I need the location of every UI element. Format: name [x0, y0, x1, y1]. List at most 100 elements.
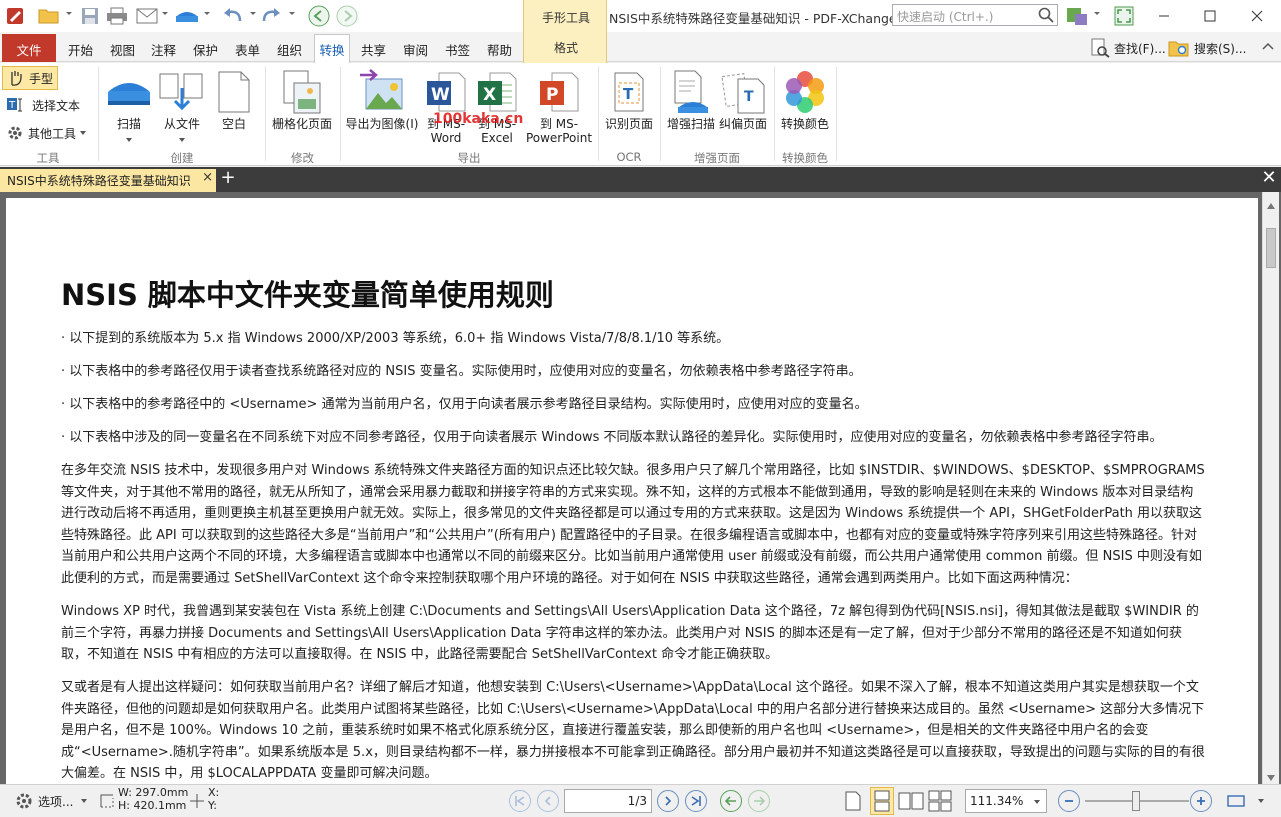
- zoom-slider-thumb[interactable]: [1132, 791, 1140, 811]
- blank-page-button[interactable]: 空白: [211, 67, 257, 131]
- continuous-view-icon[interactable]: [870, 787, 894, 815]
- from-file-icon: [159, 73, 203, 111]
- svg-text:T: T: [623, 85, 634, 103]
- menu-help[interactable]: 帮助: [487, 40, 512, 59]
- menu-file[interactable]: 文件: [2, 34, 56, 62]
- enhance-scan-button[interactable]: 增强扫描: [664, 67, 718, 131]
- search-icon[interactable]: [1038, 7, 1054, 26]
- new-tab-button[interactable]: +: [219, 169, 237, 189]
- deskew-page-button[interactable]: T 纠偏页面: [718, 67, 768, 131]
- scanner-icon: [108, 83, 150, 105]
- close-tab-icon[interactable]: ×: [202, 170, 213, 185]
- document-tab[interactable]: NSIS中系统特殊路径变量基础知识 ×: [0, 169, 216, 192]
- vertical-scrollbar[interactable]: [1262, 192, 1279, 784]
- menu-form[interactable]: 表单: [235, 40, 260, 59]
- chevron-down-icon: [80, 131, 87, 135]
- scroll-down-icon[interactable]: [1267, 770, 1275, 784]
- single-page-view-icon[interactable]: [844, 785, 862, 817]
- open-folder-icon[interactable]: [36, 4, 62, 28]
- email-icon[interactable]: [134, 4, 160, 28]
- menu-home[interactable]: 开始: [68, 40, 93, 59]
- chevron-down-icon[interactable]: [66, 12, 72, 15]
- fit-page-icon[interactable]: [1226, 785, 1246, 817]
- convert-color-button[interactable]: 转换颜色: [778, 67, 832, 131]
- redo-icon[interactable]: [258, 4, 284, 28]
- chevron-down-icon[interactable]: [204, 12, 210, 15]
- quick-launch-input[interactable]: 快速启动 (Ctrl+.): [892, 4, 1058, 26]
- context-tab-group-label: 手形工具: [541, 11, 590, 25]
- close-window-button[interactable]: [1234, 0, 1280, 32]
- previous-page-button[interactable]: [537, 790, 559, 812]
- menu-format[interactable]: 格式: [524, 39, 608, 56]
- export-image-button[interactable]: 导出为图像(I): [344, 67, 420, 131]
- to-ms-word-button[interactable]: W 到 MS- Word: [422, 67, 470, 145]
- menu-protect[interactable]: 保护: [193, 40, 218, 59]
- scroll-up-icon[interactable]: [1267, 198, 1275, 212]
- next-view-button[interactable]: [748, 790, 770, 812]
- select-text-label: 选择文本: [32, 98, 81, 113]
- recognize-page-button[interactable]: T 识别页面: [602, 67, 656, 131]
- hand-tool-button[interactable]: 手型: [2, 66, 58, 90]
- word-icon: W: [427, 72, 466, 112]
- zoom-out-button[interactable]: [1058, 790, 1080, 812]
- print-icon[interactable]: [104, 4, 130, 28]
- scan-button[interactable]: 扫描: [103, 67, 155, 145]
- scrollbar-thumb[interactable]: [1266, 228, 1276, 268]
- scanner-icon[interactable]: [172, 4, 202, 28]
- previous-view-button[interactable]: [720, 790, 742, 812]
- from-file-button[interactable]: 从文件: [157, 67, 207, 145]
- fullscreen-icon[interactable]: [1112, 4, 1136, 28]
- hand-icon: [11, 71, 22, 86]
- menu-share[interactable]: 共享: [361, 40, 386, 59]
- menu-organize[interactable]: 组织: [277, 40, 302, 59]
- menu-review[interactable]: 审阅: [403, 40, 428, 59]
- watermark-text: 100kaka.cn: [433, 111, 524, 127]
- zoom-in-button[interactable]: [1190, 790, 1212, 812]
- status-bar-menu-icon[interactable]: [1258, 785, 1264, 817]
- enhance-scan-label: 增强扫描: [666, 117, 715, 131]
- find-button[interactable]: 查找(F)...: [1090, 38, 1166, 58]
- to-ms-excel-button[interactable]: X 到 MS- Excel: [472, 67, 522, 145]
- chevron-down-icon[interactable]: [289, 12, 295, 15]
- document-viewport[interactable]: NSIS 脚本中文件夹变量简单使用规则 · 以下提到的系统版本为 5.x 指 W…: [0, 192, 1281, 788]
- first-page-button[interactable]: [509, 790, 531, 812]
- ribbon: 手型 T 选择文本 其他工具 工具 扫描 从文件 空白 创建 栅格化页面 修改 …: [0, 63, 1281, 166]
- last-page-button[interactable]: [685, 790, 707, 812]
- forward-icon[interactable]: [334, 4, 360, 28]
- group-divider: [340, 67, 341, 161]
- to-ms-powerpoint-button[interactable]: P 到 MS- PowerPoint: [524, 67, 594, 145]
- menu-comment[interactable]: 注释: [151, 40, 176, 59]
- next-page-button[interactable]: [657, 790, 679, 812]
- body-paragraph: Windows XP 时代，我曾遇到某安装包在 Vista 系统上创建 C:\D…: [61, 604, 1199, 662]
- enhance-scan-icon: [674, 70, 708, 113]
- select-text-button[interactable]: T 选择文本: [2, 93, 84, 117]
- continuous-facing-view-icon[interactable]: [928, 785, 952, 817]
- chevron-down-icon[interactable]: [250, 12, 256, 15]
- zoom-level-select[interactable]: 111.34%: [965, 789, 1047, 813]
- layout-options-icon[interactable]: [1064, 4, 1090, 28]
- svg-text:W: W: [431, 85, 450, 105]
- other-tools-button[interactable]: 其他工具: [2, 121, 90, 145]
- rasterize-page-button[interactable]: 栅格化页面: [268, 67, 336, 131]
- chevron-down-icon[interactable]: [1094, 12, 1100, 15]
- page-number-input[interactable]: 1/3: [564, 789, 652, 813]
- save-icon[interactable]: [78, 4, 102, 28]
- minimize-button[interactable]: [1141, 0, 1187, 32]
- menu-bookmark[interactable]: 书签: [445, 40, 470, 59]
- menu-view[interactable]: 视图: [110, 40, 135, 59]
- options-button[interactable]: 选项...: [14, 785, 88, 817]
- blank-page-icon: [218, 71, 250, 113]
- search-button[interactable]: 搜索(S)...: [1168, 38, 1246, 58]
- app-logo-icon[interactable]: [4, 4, 26, 28]
- close-all-documents-button[interactable]: ✕: [1259, 169, 1279, 189]
- chevron-down-icon[interactable]: [162, 12, 168, 15]
- to-ms-powerpoint-label-2: PowerPoint: [525, 131, 593, 145]
- zoom-level: 111.34%: [970, 794, 1024, 808]
- maximize-button[interactable]: [1187, 0, 1233, 32]
- export-image-icon: [360, 69, 403, 110]
- facing-view-icon[interactable]: [898, 785, 924, 817]
- back-icon[interactable]: [306, 4, 332, 28]
- collapse-ribbon-icon[interactable]: [1262, 40, 1274, 54]
- menu-convert[interactable]: 转换: [314, 34, 350, 63]
- undo-icon[interactable]: [220, 4, 246, 28]
